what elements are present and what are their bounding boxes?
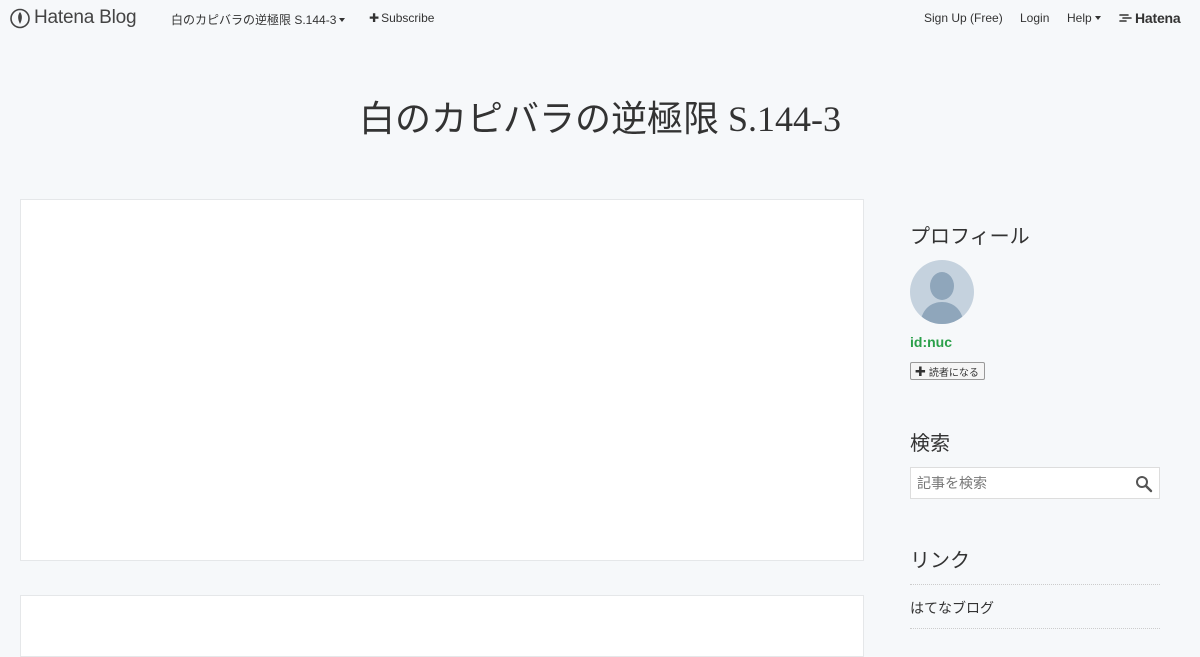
avatar[interactable]	[910, 260, 974, 324]
search-icon[interactable]	[1135, 475, 1153, 493]
search-heading: 検索	[910, 433, 950, 455]
link-item[interactable]: はてなブログ	[910, 598, 994, 618]
plus-icon: ✚	[369, 11, 380, 25]
blog-name-label: 白のカピバラの逆極限 S.144-3	[171, 13, 337, 27]
follow-button[interactable]: ✚ 読者になる	[910, 362, 985, 380]
hatena-logo-link[interactable]: Hatena	[1119, 10, 1181, 26]
blog-title[interactable]: 白のカピバラの逆極限 S.144-3	[0, 90, 1200, 142]
divider	[910, 584, 1160, 585]
plus-icon: ✚	[915, 363, 926, 379]
blog-name-menu[interactable]: 白のカピバラの逆極限 S.144-3	[171, 11, 346, 28]
follow-label: 読者になる	[928, 367, 979, 379]
profile-heading: プロフィール	[910, 226, 1030, 248]
hatena-icon	[1119, 14, 1132, 22]
caret-down-icon	[1094, 16, 1101, 20]
help-label: Help	[1067, 11, 1092, 25]
hatena-label: Hatena	[1135, 10, 1181, 26]
subscribe-label: Subscribe	[381, 11, 435, 25]
links-heading: リンク	[910, 550, 970, 572]
login-link[interactable]: Login	[1020, 11, 1049, 25]
help-menu[interactable]: Help	[1067, 11, 1101, 25]
profile-user-id[interactable]: id:nuc	[910, 334, 952, 350]
signup-link[interactable]: Sign Up (Free)	[924, 11, 1003, 25]
subscribe-button[interactable]: ✚ Subscribe	[369, 11, 434, 25]
user-silhouette-icon	[920, 272, 964, 324]
search-input[interactable]	[911, 468, 1138, 498]
search-form	[910, 467, 1160, 499]
hatena-blog-icon	[10, 8, 30, 28]
hatena-blog-logo[interactable]: Hatena Blog	[10, 7, 137, 29]
divider	[910, 628, 1160, 629]
logo-text: Hatena Blog	[34, 7, 137, 28]
caret-down-icon	[339, 18, 346, 22]
entry-card	[20, 595, 864, 657]
entry-card	[20, 199, 864, 561]
global-header: Hatena Blog 白のカピバラの逆極限 S.144-3 ✚ Subscrib…	[0, 0, 1200, 36]
